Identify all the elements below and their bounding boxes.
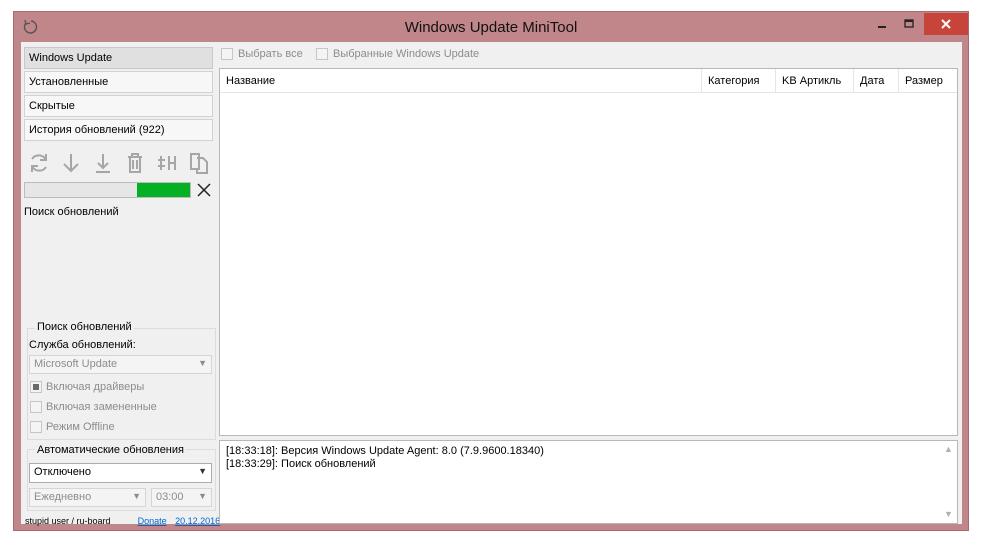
nav-history[interactable]: История обновлений (922) — [24, 119, 213, 141]
selected-updates-checkbox[interactable]: Выбранные Windows Update — [316, 48, 479, 60]
include-drivers-label: Включая драйверы — [46, 381, 145, 393]
checkbox-box — [30, 401, 42, 413]
frequency-select[interactable]: Ежедневно ▼ — [29, 488, 146, 507]
close-icon[interactable] — [924, 13, 968, 35]
donate-link[interactable]: Donate — [138, 516, 167, 526]
credit-text: stupid user / ru-board — [25, 516, 111, 526]
log-scrollbar[interactable]: ▲ ▼ — [940, 441, 957, 523]
copy-icon[interactable] — [187, 151, 211, 175]
nav-installed[interactable]: Установленные — [24, 71, 213, 93]
frequency-value: Ежедневно — [34, 491, 92, 503]
log-panel[interactable]: [18:33:18]: Версия Windows Update Agent:… — [219, 440, 958, 524]
time-select[interactable]: 03:00 ▼ — [151, 488, 212, 507]
cancel-icon[interactable] — [196, 182, 212, 198]
checkbox-box — [316, 48, 328, 60]
offline-mode-label: Режим Offline — [46, 421, 115, 433]
refresh-icon[interactable] — [27, 151, 51, 175]
nav-windows-update[interactable]: Windows Update — [24, 47, 213, 69]
delete-icon[interactable] — [123, 151, 147, 175]
client-area: Windows Update Установленные Скрытые Ист… — [21, 42, 962, 526]
list-header: Название Категория KB Артикль Дата Разме… — [220, 69, 957, 93]
include-superseded-checkbox[interactable]: Включая замененные — [30, 401, 157, 413]
select-all-checkbox[interactable]: Выбрать все — [221, 48, 303, 60]
chevron-down-icon: ▼ — [132, 491, 141, 501]
auto-update-mode-value: Отключено — [34, 466, 91, 478]
checkbox-box — [221, 48, 233, 60]
update-service-label: Служба обновлений: — [29, 339, 136, 351]
checkbox-box — [30, 421, 42, 433]
chevron-down-icon: ▼ — [198, 358, 207, 368]
scroll-down-icon[interactable]: ▼ — [940, 506, 957, 523]
app-window: Windows Update MiniTool Windows Update У… — [13, 11, 969, 531]
title-bar[interactable]: Windows Update MiniTool — [14, 12, 968, 42]
minimize-icon[interactable] — [869, 13, 895, 35]
checkbox-box — [30, 381, 42, 393]
progress-bar — [24, 182, 191, 198]
include-superseded-label: Включая замененные — [46, 401, 157, 413]
auto-update-title: Автоматические обновления — [35, 444, 186, 456]
nav-hidden[interactable]: Скрытые — [24, 95, 213, 117]
footer: stupid user / ru-board Donate 20.12.2016 — [25, 516, 220, 526]
chevron-down-icon: ▼ — [198, 466, 207, 476]
window-title: Windows Update MiniTool — [404, 19, 578, 36]
hide-icon[interactable] — [155, 151, 179, 175]
auto-update-mode-select[interactable]: Отключено ▼ — [29, 463, 212, 483]
install-icon[interactable] — [91, 151, 115, 175]
column-date[interactable]: Дата — [854, 69, 899, 93]
column-size[interactable]: Размер — [899, 69, 957, 93]
scroll-up-icon[interactable]: ▲ — [940, 441, 957, 458]
selected-updates-label: Выбранные Windows Update — [333, 48, 480, 60]
offline-mode-checkbox[interactable]: Режим Offline — [30, 421, 115, 433]
time-value: 03:00 — [156, 491, 184, 503]
log-line: [18:33:18]: Версия Windows Update Agent:… — [226, 445, 544, 457]
status-text: Поиск обновлений — [24, 206, 119, 218]
progress-fill — [137, 183, 190, 197]
include-drivers-checkbox[interactable]: Включая драйверы — [30, 381, 144, 393]
search-group-title: Поиск обновлений — [35, 321, 134, 333]
select-all-label: Выбрать все — [238, 48, 303, 60]
updates-list[interactable]: Название Категория KB Артикль Дата Разме… — [219, 68, 958, 436]
update-service-value: Microsoft Update — [34, 358, 118, 370]
column-category[interactable]: Категория — [702, 69, 776, 93]
column-kb[interactable]: KB Артикль — [776, 69, 854, 93]
column-name[interactable]: Название — [220, 69, 702, 93]
download-icon[interactable] — [59, 151, 83, 175]
maximize-icon[interactable] — [896, 13, 922, 35]
version-date-link[interactable]: 20.12.2016 — [175, 516, 220, 526]
update-service-select[interactable]: Microsoft Update ▼ — [29, 355, 212, 374]
chevron-down-icon: ▼ — [198, 491, 207, 501]
log-line: [18:33:29]: Поиск обновлений — [226, 458, 376, 470]
